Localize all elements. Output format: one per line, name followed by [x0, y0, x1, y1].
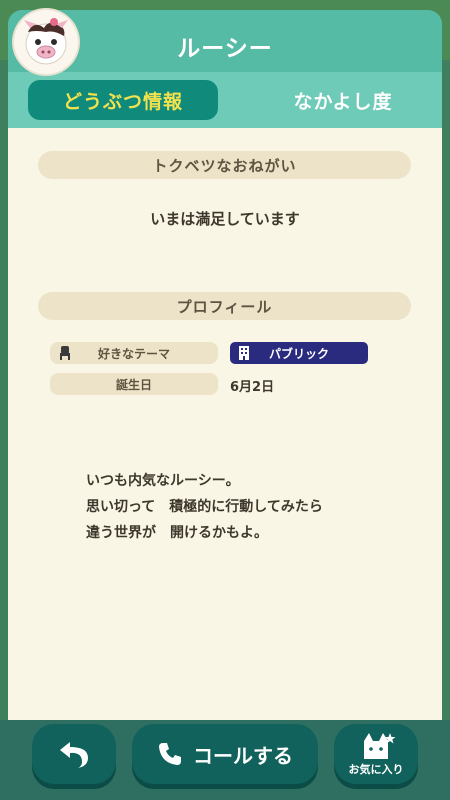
profile-heading: プロフィール [38, 292, 411, 320]
quote-line-1: いつも内気なルーシー。 [86, 473, 240, 489]
pig-face-icon [24, 18, 68, 65]
villager-avatar [14, 10, 78, 74]
tab-bar: どうぶつ情報 なかよし度 [8, 72, 442, 128]
building-icon [238, 345, 250, 364]
back-button[interactable] [32, 724, 116, 784]
call-button[interactable]: コールする [132, 724, 318, 784]
birthday-label: 誕生日 [50, 373, 218, 395]
favorite-theme-label: 好きなテーマ [97, 346, 170, 361]
cat-star-icon [364, 733, 396, 759]
tab-friendship[interactable]: なかよし度 [248, 80, 438, 120]
tab-villager-info[interactable]: どうぶつ情報 [28, 80, 218, 120]
call-label: コールする [193, 743, 293, 768]
wish-text: いまは満足しています [150, 210, 300, 228]
info-panel: トクベツなおねがい いまは満足しています プロフィール 好きなテーマ パブリック… [8, 128, 442, 720]
wish-heading: トクベツなおねがい [38, 151, 411, 179]
favorite-theme-label-pill: 好きなテーマ [50, 342, 218, 364]
quote-line-2: 思い切って 積極的に行動してみたら [86, 499, 323, 515]
back-arrow-icon [60, 742, 88, 768]
chair-icon [58, 345, 72, 364]
quote-line-3: 違う世界が 開けるかもよ。 [86, 525, 268, 541]
phone-icon [157, 741, 183, 767]
favorite-button[interactable]: お気に入り [334, 724, 418, 784]
birthday-value: 6月2日 [230, 380, 275, 395]
favorite-label: お気に入り [348, 763, 404, 776]
favorite-theme-value: パブリック [268, 346, 329, 361]
villager-quote: いつも内気なルーシー。 思い切って 積極的に行動してみたら 違う世界が 開けるか… [86, 468, 323, 546]
favorite-theme-badge: パブリック [230, 342, 368, 364]
